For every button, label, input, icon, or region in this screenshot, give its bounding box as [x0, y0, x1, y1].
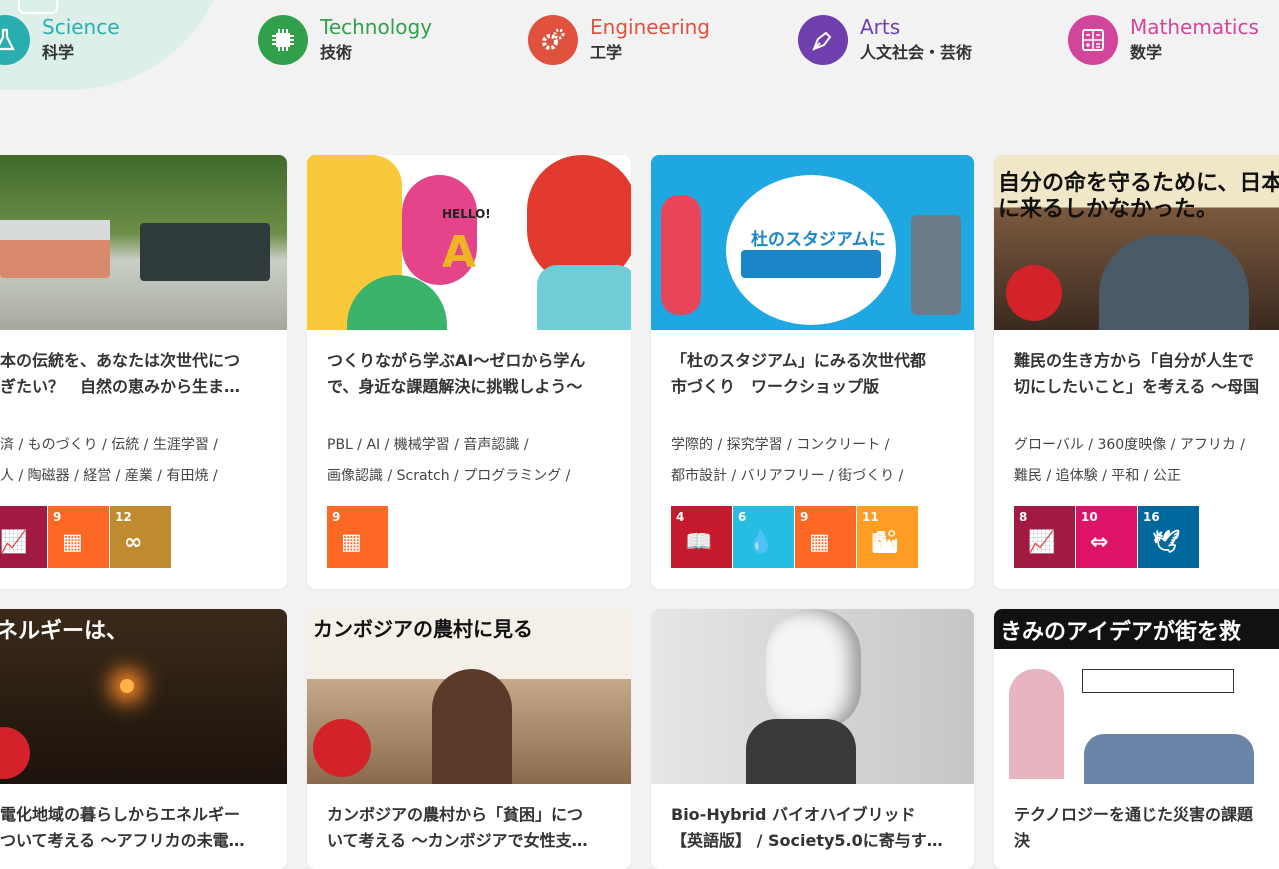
- sdg-4-badge: 4 📖: [671, 506, 732, 568]
- city-icon: 🏙: [871, 530, 899, 555]
- category-label-en: Technology: [320, 15, 433, 39]
- category-nav: Science 科学 Technology 技術 Engineering 工学 …: [0, 0, 1279, 90]
- 360-badge: [1006, 265, 1062, 321]
- sdg-12-badge: 12 ∞: [110, 506, 171, 568]
- card-title: 「杜のスタジアム」にみる次世代都 市づくり ワークショップ版: [671, 351, 926, 396]
- flask-icon: [0, 15, 30, 65]
- sdg-11-badge: 11 🏙: [857, 506, 918, 568]
- category-label-jp: 技術: [320, 43, 353, 62]
- calculator-icon: [1068, 15, 1118, 65]
- program-card[interactable]: 自分の命を守るために、日本に来るしかなかった。 難民の生き方から「自分が人生で切…: [994, 155, 1279, 589]
- gears-icon: [528, 15, 578, 65]
- 360-badge: [313, 719, 371, 777]
- program-card[interactable]: きみのアイデアが街を救 テクノロジーを通じた災害の課題決: [994, 609, 1279, 869]
- book-icon: 📖: [685, 530, 713, 555]
- program-card[interactable]: 本の伝統を、あなたは次世代につ ぎたい？ 自然の恵みから生ま… 済 / ものづくり…: [0, 155, 287, 589]
- card-tags: グローバル / 360度映像 / アフリカ / 難民 / 追体験 / 平和 / 公…: [1014, 437, 1245, 484]
- category-label-en: Science: [42, 15, 120, 39]
- card-thumbnail: [0, 155, 287, 330]
- card-title: つくりながら学ぶAI〜ゼロから学ん で、身近な課題解決に挑戦しよう〜: [327, 351, 586, 396]
- card-thumbnail: [651, 609, 974, 784]
- card-title: カンボジアの農村から「貧困」につ いて考える 〜カンボジアで女性支…: [327, 805, 588, 850]
- category-science[interactable]: Science 科学: [0, 14, 120, 66]
- card-title: 電化地域の暮らしからエネルギー ついて考える 〜アフリカの未電…: [0, 805, 245, 850]
- sdg-badges: 8📈 9▦ 12∞: [0, 506, 172, 568]
- category-engineering[interactable]: Engineering 工学: [528, 14, 710, 66]
- card-thumbnail: カンボジアの農村に見る: [307, 609, 631, 784]
- category-label-jp: 人文社会・芸術: [860, 43, 973, 62]
- program-card[interactable]: 杜のスタジアムに 「杜のスタジアム」にみる次世代都 市づくり ワークショップ版 学…: [651, 155, 974, 589]
- sdg-9-badge: 9 ▦: [327, 506, 388, 568]
- card-thumbnail: 自分の命を守るために、日本に来るしかなかった。: [994, 155, 1279, 330]
- 360-badge: [0, 727, 30, 779]
- drop-icon: 💧: [747, 530, 775, 555]
- card-title: Bio-Hybrid バイオハイブリッド 【英語版】 / Society5.0に寄…: [671, 805, 943, 850]
- category-label-en: Mathematics: [1130, 15, 1259, 39]
- program-card[interactable]: HELLO! A つくりながら学ぶAI〜ゼロから学ん で、身近な課題解決に挑戦しよ…: [307, 155, 631, 589]
- program-card[interactable]: カンボジアの農村に見る カンボジアの農村から「貧困」につ いて考える 〜カンボジア…: [307, 609, 631, 869]
- sdg-10-badge: 10 ⇔: [1076, 506, 1137, 568]
- sdg-8-badge: 8📈: [1014, 506, 1075, 568]
- sdg-16-badge: 16 🕊: [1138, 506, 1199, 568]
- sdg-6-badge: 6 💧: [733, 506, 794, 568]
- chart-icon: 📈: [1028, 530, 1056, 555]
- cubes-icon: ▦: [341, 530, 362, 555]
- sdg-9-badge: 9 ▦: [48, 506, 109, 568]
- card-thumbnail: きみのアイデアが街を救: [994, 609, 1279, 784]
- pen-nib-icon: [798, 15, 848, 65]
- sdg-badges: 9 ▦: [327, 506, 389, 568]
- cubes-icon: ▦: [62, 530, 83, 555]
- card-title: 本の伝統を、あなたは次世代につ ぎたい？ 自然の恵みから生ま…: [0, 351, 241, 396]
- program-card[interactable]: ネルギーは、 電化地域の暮らしからエネルギー ついて考える 〜アフリカの未電…: [0, 609, 287, 869]
- category-arts[interactable]: Arts 人文社会・芸術: [798, 14, 972, 66]
- category-label-jp: 数学: [1130, 43, 1163, 62]
- sdg-9-badge: 9 ▦: [795, 506, 856, 568]
- category-technology[interactable]: Technology 技術: [258, 14, 432, 66]
- infinity-icon: ∞: [124, 530, 143, 555]
- chart-icon: 📈: [0, 530, 28, 555]
- sdg-badges: 4 📖 6 💧 9 ▦ 11 🏙: [671, 506, 919, 568]
- category-label-jp: 工学: [590, 43, 623, 62]
- category-label-en: Arts: [860, 15, 901, 39]
- card-tags: 済 / ものづくり / 伝統 / 生涯学習 / 人 / 陶磁器 / 経営 / 産業…: [0, 437, 219, 484]
- sdg-badges: 8 📈 10 ⇔ 16 🕊: [1014, 506, 1200, 568]
- card-thumbnail: 杜のスタジアムに: [651, 155, 974, 330]
- card-tags: PBL / AI / 機械学習 / 音声認識 / 画像認識 / Scratch /…: [327, 437, 571, 484]
- cubes-icon: ▦: [809, 530, 830, 555]
- card-thumbnail: HELLO! A: [307, 155, 631, 330]
- category-label-jp: 科学: [42, 43, 75, 62]
- card-tags: 学際的 / 探究学習 / コンクリート / 都市設計 / バリアフリー / 街づく…: [671, 437, 904, 484]
- category-mathematics[interactable]: Mathematics 数学: [1068, 14, 1259, 66]
- sdg-8-badge: 8📈: [0, 506, 47, 568]
- program-card[interactable]: Bio-Hybrid バイオハイブリッド 【英語版】 / Society5.0に寄…: [651, 609, 974, 869]
- card-title: テクノロジーを通じた災害の課題決: [1014, 805, 1254, 850]
- category-label-en: Engineering: [590, 15, 710, 39]
- dove-icon: 🕊: [1152, 530, 1180, 555]
- card-title: 難民の生き方から「自分が人生で 切にしたいこと」を考える 〜母国: [1014, 351, 1260, 396]
- chip-icon: [258, 15, 308, 65]
- arrows-icon: ⇔: [1090, 530, 1109, 555]
- card-thumbnail: ネルギーは、: [0, 609, 287, 784]
